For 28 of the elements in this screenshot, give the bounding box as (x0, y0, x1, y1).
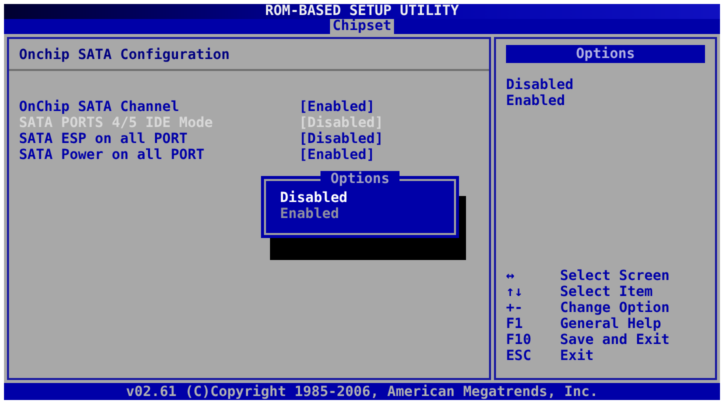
setting-value[interactable]: [Enabled] (299, 99, 375, 115)
key-description: Select Item (560, 284, 653, 300)
key-description: Save and Exit (560, 332, 670, 348)
popup-option[interactable]: Disabled (280, 190, 440, 206)
option-text: Disabled (506, 77, 574, 93)
tab[interactable]: Chipset (330, 19, 394, 34)
setting-label[interactable]: OnChip SATA Channel (19, 99, 299, 115)
key-label: ↔ (506, 268, 516, 284)
key-label: ↑↓ (506, 284, 524, 300)
option-text: Enabled (506, 93, 566, 109)
key-description: Exit (560, 348, 594, 364)
section-title: Onchip SATA Configuration (19, 46, 231, 65)
setting-value[interactable]: [Disabled] (299, 131, 384, 147)
setting-label[interactable]: SATA Power on all PORT (19, 147, 299, 163)
copyright-text: v02.61 (C)Copyright 1985-2006, American Megatrends, Inc. (126, 384, 598, 400)
window-title: ROM-BASED SETUP UTILITY (265, 4, 459, 19)
popup-title: Options (320, 171, 400, 187)
key-description: Change Option (560, 300, 670, 316)
key-label: F10 (506, 332, 532, 348)
key-description: Select Screen (560, 268, 670, 284)
help-title: Options (506, 45, 705, 63)
key-label: ESC (506, 348, 532, 364)
key-label: +- (506, 300, 524, 316)
setting-value[interactable]: [Enabled] (299, 147, 375, 163)
key-description: General Help (560, 316, 662, 332)
key-label: F1 (506, 316, 524, 332)
popup-option[interactable]: Enabled (280, 206, 440, 222)
setting-label[interactable]: SATA ESP on all PORT (19, 131, 299, 147)
